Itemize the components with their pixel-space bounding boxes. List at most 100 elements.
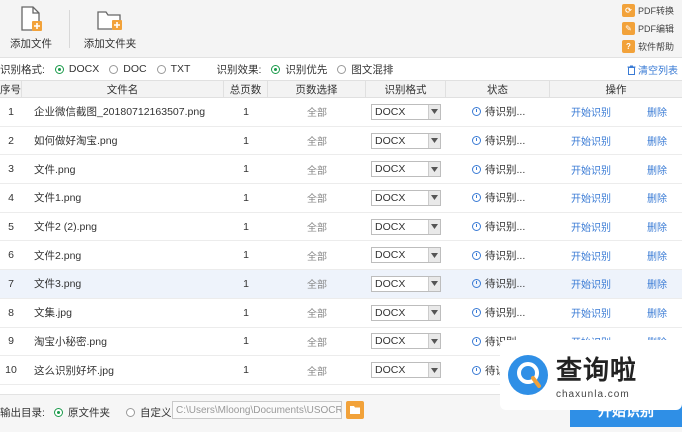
pdf-edit-item[interactable]: ✎ PDF编辑 [622,20,680,37]
table-row[interactable]: 7 文件3.png 1 全部 DOCX 待识别... 开始识别 删除 [0,270,682,299]
effect-priority-radio[interactable] [271,64,281,74]
row-format-select[interactable]: DOCX [371,161,441,178]
chevron-down-icon [428,334,440,349]
row-page-select[interactable]: 全部 [268,334,366,349]
row-format-select[interactable]: DOCX [371,362,441,379]
row-format-value: DOCX [375,163,406,176]
clock-icon [472,222,481,232]
row-filename: 文集.jpg [34,307,72,320]
table-row[interactable]: 4 文件1.png 1 全部 DOCX 待识别... 开始识别 删除 [0,184,682,213]
output-dir-label: 输出目录: [0,407,45,419]
output-path-input[interactable] [172,401,342,419]
row-page-select[interactable]: 全部 [268,133,366,148]
row-filename: 如何做好淘宝.png [34,135,118,148]
clear-list-label: 清空列表 [638,66,678,77]
original-folder-radio[interactable] [54,408,63,417]
format-txt-radio[interactable] [156,64,166,74]
row-status: 待识别... [446,190,550,205]
row-page-select[interactable]: 全部 [268,162,366,177]
row-delete-link[interactable]: 删除 [632,162,682,177]
row-format-value: DOCX [375,277,406,290]
row-start-recognize-link[interactable]: 开始识别 [550,133,632,148]
row-format-select[interactable]: DOCX [371,304,441,321]
table-row[interactable]: 5 文件2 (2).png 1 全部 DOCX 待识别... 开始识别 删除 [0,213,682,242]
side-menu: ⟳ PDF转换 ✎ PDF编辑 ? 软件帮助 [622,2,680,56]
row-format-select[interactable]: DOCX [371,189,441,206]
row-format-select[interactable]: DOCX [371,333,441,350]
table-row[interactable]: 6 文件2.png 1 全部 DOCX 待识别... 开始识别 删除 [0,241,682,271]
row-start-recognize-link[interactable]: 开始识别 [550,305,632,320]
help-item[interactable]: ? 软件帮助 [622,38,680,55]
format-docx-label: DOCX [68,63,100,75]
row-page-count: 1 [243,364,249,377]
row-delete-link[interactable]: 删除 [632,190,682,205]
row-delete-link[interactable]: 删除 [632,219,682,234]
row-status-text: 待识别... [485,278,526,291]
row-page-select[interactable]: 全部 [268,305,366,320]
header-page-select: 页数选择 [268,81,366,97]
table-row[interactable]: 8 文集.jpg 1 全部 DOCX 待识别... 开始识别 删除 [0,299,682,328]
chevron-down-icon [428,190,440,205]
row-format-select[interactable]: DOCX [371,275,441,292]
row-format-cell: DOCX [366,161,446,178]
row-format-value: DOCX [375,191,406,204]
original-folder-label: 原文件夹 [68,407,110,419]
row-page-select[interactable]: 全部 [268,248,366,263]
row-start-recognize-link[interactable]: 开始识别 [550,248,632,263]
table-row[interactable]: 3 文件.png 1 全部 DOCX 待识别... 开始识别 删除 [0,155,682,185]
chevron-down-icon [428,248,440,263]
row-format-select[interactable]: DOCX [371,247,441,264]
row-page-count: 1 [243,335,249,348]
effect-mixed-radio[interactable] [337,64,347,74]
effect-priority-label: 识别优先 [285,63,328,76]
row-status: 待识别... [446,104,550,119]
header-pages: 总页数 [224,81,268,97]
clock-icon [472,250,481,260]
row-start-recognize-link[interactable]: 开始识别 [550,276,632,291]
row-index: 5 [8,220,14,233]
row-start-recognize-link[interactable]: 开始识别 [550,162,632,177]
row-format-cell: DOCX [366,247,446,264]
table-row[interactable]: 1 企业微信截图_20180712163507.png 1 全部 DOCX 待识别... 开… [0,98,682,127]
table-row[interactable]: 2 如何做好淘宝.png 1 全部 DOCX 待识别... 开始识别 删除 [0,127,682,156]
row-format-value: DOCX [375,335,406,348]
chevron-down-icon [428,363,440,378]
row-page-select[interactable]: 全部 [268,219,366,234]
add-folder-button[interactable]: 添加文件夹 [82,6,138,51]
format-group: 识别格式: DOCX DOC TXT [0,62,190,77]
pdf-convert-item[interactable]: ⟳ PDF转换 [622,2,680,19]
row-format-cell: DOCX [366,304,446,321]
row-start-recognize-link[interactable]: 开始识别 [550,190,632,205]
row-page-select[interactable]: 全部 [268,190,366,205]
row-status: 待识别... [446,276,550,291]
format-docx-radio[interactable] [54,64,64,74]
row-page-select[interactable]: 全部 [268,276,366,291]
row-delete-link[interactable]: 删除 [632,104,682,119]
row-format-select[interactable]: DOCX [371,103,441,120]
row-format-select[interactable]: DOCX [371,218,441,235]
clock-icon [472,365,481,375]
row-format-select[interactable]: DOCX [371,132,441,149]
row-delete-link[interactable]: 删除 [632,133,682,148]
browse-folder-button[interactable] [346,401,364,419]
format-doc-radio[interactable] [109,64,119,74]
row-filename: 文件1.png [34,192,82,205]
row-start-recognize-link[interactable]: 开始识别 [550,219,632,234]
header-format: 识别格式 [366,81,446,97]
row-delete-link[interactable]: 删除 [632,305,682,320]
add-file-button[interactable]: 添加文件 [8,6,54,51]
row-page-count: 1 [243,134,249,147]
row-status-text: 待识别... [485,192,526,205]
row-format-cell: DOCX [366,275,446,292]
row-page-select[interactable]: 全部 [268,104,366,119]
custom-folder-radio[interactable] [126,408,135,417]
watermark-en: chaxunla.com [556,389,630,400]
row-page-select[interactable]: 全部 [268,363,366,378]
clear-list-button[interactable]: 清空列表 [627,62,678,77]
row-start-recognize-link[interactable]: 开始识别 [550,104,632,119]
row-delete-link[interactable]: 删除 [632,248,682,263]
row-delete-link[interactable]: 删除 [632,276,682,291]
chevron-down-icon [428,305,440,320]
row-page-count: 1 [243,249,249,262]
clock-icon [472,164,481,174]
